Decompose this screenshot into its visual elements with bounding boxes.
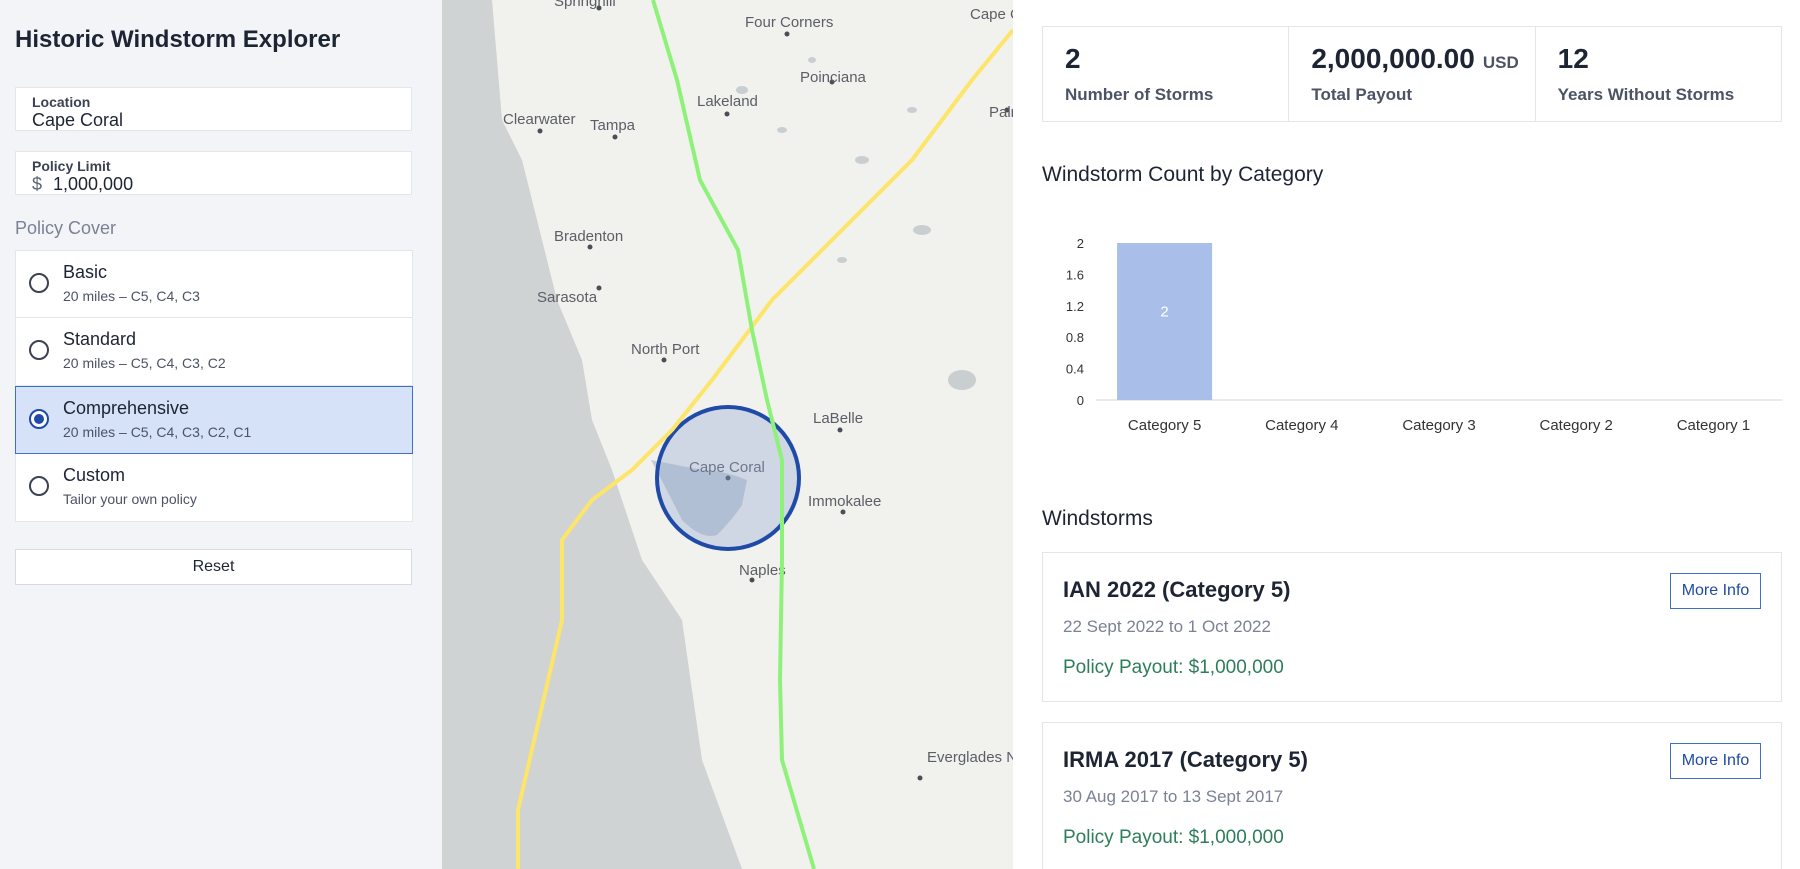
bar-data-label: 2: [1160, 304, 1168, 321]
chart-title: Windstorm Count by Category: [1042, 163, 1324, 186]
radio-custom[interactable]: [29, 476, 49, 496]
x-tick-label: Category 4: [1265, 417, 1338, 434]
storm-card-ian: IAN 2022 (Category 5) 22 Sept 2022 to 1 …: [1042, 552, 1782, 702]
town-label: Lakeland: [697, 93, 758, 110]
y-tick-label: 0.8: [1066, 330, 1084, 345]
option-name: Custom: [63, 465, 126, 485]
x-tick-label: Category 2: [1540, 417, 1613, 434]
reset-button[interactable]: Reset: [15, 549, 412, 585]
town-label: Naples: [739, 562, 786, 579]
stat-total-payout: 2,000,000.00 USD Total Payout: [1289, 27, 1536, 121]
stat-years-without-storms: 12 Years Without Storms: [1536, 27, 1781, 121]
stat-label: Number of Storms: [1065, 85, 1214, 104]
policy-radius-circle: [655, 405, 801, 551]
storm-dates: 22 Sept 2022 to 1 Oct 2022: [1063, 617, 1271, 636]
location-label: Location: [32, 94, 91, 110]
town-label: Four Corners: [745, 14, 833, 31]
stats-row: 2 Number of Storms 2,000,000.00 USD Total…: [1042, 26, 1782, 122]
x-tick-label: Category 5: [1128, 417, 1201, 434]
town-label: Tampa: [590, 117, 636, 134]
town-label: Clearwater: [503, 111, 576, 128]
town-label: Everglades National Park: [927, 749, 1013, 766]
storm-card-irma: IRMA 2017 (Category 5) 30 Aug 2017 to 13…: [1042, 722, 1782, 869]
radio-standard[interactable]: [29, 340, 49, 360]
radio-comprehensive[interactable]: [29, 409, 49, 429]
option-name: Basic: [63, 262, 108, 282]
results-panel: 2 Number of Storms 2,000,000.00 USD Total…: [1013, 0, 1800, 869]
windstorms-title: Windstorms: [1042, 507, 1153, 530]
y-tick-label: 2: [1077, 236, 1084, 251]
map-canvas[interactable]: Springhill Four Corners Cape Canaveral P…: [442, 0, 1013, 869]
town-label: Immokalee: [808, 493, 881, 510]
x-tick-label: Category 3: [1402, 417, 1475, 434]
y-tick-label: 1.6: [1066, 267, 1084, 282]
town-label: Poinciana: [800, 69, 867, 86]
radio-basic[interactable]: [29, 273, 49, 293]
storm-payout: Policy Payout: $1,000,000: [1063, 657, 1284, 678]
storm-dates: 30 Aug 2017 to 13 Sept 2017: [1063, 787, 1284, 806]
stat-label: Total Payout: [1311, 85, 1413, 104]
more-info-button[interactable]: More Info: [1670, 573, 1761, 609]
town-label: Springhill: [554, 0, 616, 10]
option-desc: 20 miles – C5, C4, C3, C2, C1: [63, 424, 252, 440]
town-label: LaBelle: [813, 410, 863, 427]
policy-limit-input[interactable]: 1,000,000: [53, 174, 133, 195]
y-tick-label: 1.2: [1066, 299, 1084, 314]
option-custom[interactable]: Custom Tailor your own policy: [15, 454, 413, 522]
more-info-button[interactable]: More Info: [1670, 743, 1761, 779]
option-standard[interactable]: Standard 20 miles – C5, C4, C3, C2: [15, 318, 413, 386]
location-field[interactable]: Location Cape Coral: [15, 87, 412, 131]
control-panel: Historic Windstorm Explorer Location Cap…: [0, 0, 442, 869]
option-comprehensive[interactable]: Comprehensive 20 miles – C5, C4, C3, C2,…: [15, 386, 413, 454]
option-desc: Tailor your own policy: [63, 491, 197, 507]
category-bar-chart: 0 0.4 0.8 1.2 1.6 2 2 Category 5 Category 4 Categ…: [1066, 236, 1782, 434]
bar: [1117, 243, 1213, 400]
storm-payout: Policy Payout: $1,000,000: [1063, 827, 1284, 848]
storm-name: IRMA 2017 (Category 5): [1063, 747, 1308, 772]
option-desc: 20 miles – C5, C4, C3, C2: [63, 355, 226, 371]
stat-value: 12: [1557, 43, 1589, 74]
storm-name: IAN 2022 (Category 5): [1063, 577, 1291, 602]
stat-label: Years Without Storms: [1557, 85, 1735, 104]
town-label: Palm Bay: [989, 104, 1013, 121]
town-label: Sarasota: [537, 289, 598, 306]
option-name: Comprehensive: [63, 398, 190, 418]
app-title: Historic Windstorm Explorer: [15, 26, 341, 53]
stat-value: 2: [1065, 43, 1081, 74]
map-view[interactable]: Springhill Four Corners Cape Canaveral P…: [442, 0, 1013, 869]
policy-limit-field[interactable]: Policy Limit $ 1,000,000: [15, 151, 412, 195]
option-basic[interactable]: Basic 20 miles – C5, C4, C3: [15, 250, 413, 318]
town-label: Bradenton: [554, 228, 623, 245]
town-label: Cape Canaveral: [970, 6, 1013, 23]
option-desc: 20 miles – C5, C4, C3: [63, 288, 200, 304]
y-tick-label: 0: [1077, 393, 1084, 408]
policy-cover-title: Policy Cover: [15, 218, 117, 238]
policy-limit-label: Policy Limit: [32, 158, 111, 174]
policy-cover-options: Basic 20 miles – C5, C4, C3 Standard 20 …: [15, 250, 413, 522]
stat-number-of-storms: 2 Number of Storms: [1043, 27, 1290, 121]
stat-unit: USD: [1482, 53, 1519, 72]
town-label: North Port: [631, 341, 700, 358]
option-name: Standard: [63, 329, 137, 349]
x-tick-label: Category 1: [1677, 417, 1750, 434]
location-input[interactable]: Cape Coral: [32, 110, 123, 131]
y-tick-label: 0.4: [1066, 362, 1084, 377]
currency-symbol: $: [32, 174, 43, 194]
stat-value: 2,000,000.00 USD: [1311, 43, 1519, 74]
